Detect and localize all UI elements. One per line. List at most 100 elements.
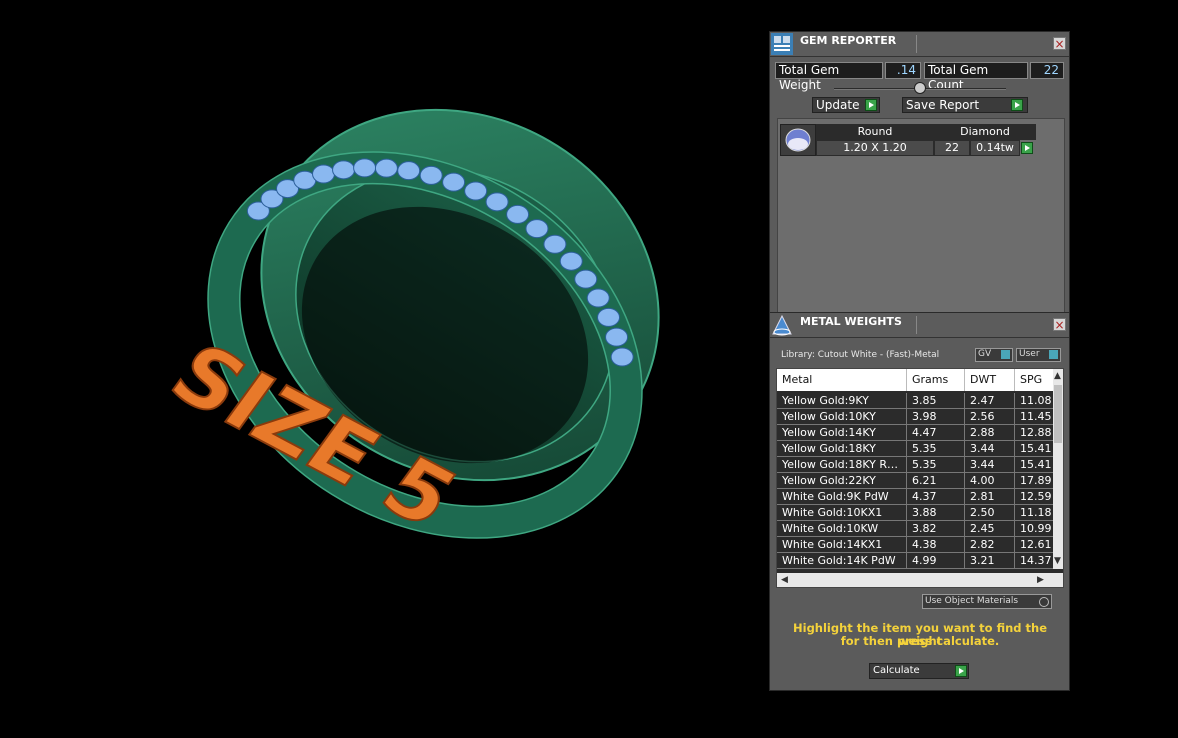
gv-toggle[interactable]: GV [975, 348, 1013, 362]
gem-type: Diamond [934, 124, 1036, 140]
close-icon[interactable]: × [1053, 37, 1066, 50]
close-icon[interactable]: × [1053, 318, 1066, 331]
table-row[interactable]: Yellow Gold:10KY 3.98 2.56 11.45 [777, 409, 1055, 425]
cell-dwt: 3.44 [965, 441, 1015, 457]
table-row[interactable]: White Gold:9K PdW 4.37 2.81 12.59 [777, 489, 1055, 505]
3d-viewport[interactable]: SIZE 5 [0, 0, 768, 735]
table-row[interactable]: White Gold:14KX1 4.38 2.82 12.61 [777, 537, 1055, 553]
col-spg[interactable]: SPG [1015, 369, 1055, 391]
gem-list: Round Diamond 1.20 X 1.20 22 0.14tw [777, 118, 1065, 314]
cell-spg: 12.59 [1015, 489, 1055, 505]
use-object-materials-toggle[interactable]: Use Object Materials [922, 594, 1052, 609]
table-row[interactable]: White Gold:14K PdW 4.99 3.21 14.37 [777, 553, 1055, 569]
cell-dwt: 2.47 [965, 393, 1015, 409]
cell-grams: 5.35 [907, 457, 965, 473]
table-row[interactable]: White Gold:10KW 3.82 2.45 10.99 [777, 521, 1055, 537]
calculate-button[interactable]: Calculate [869, 663, 969, 679]
hint-line-2: for then press calculate. [840, 634, 1000, 648]
gem-reporter-title: GEM REPORTER [800, 34, 897, 47]
cell-spg: 12.88 [1015, 425, 1055, 441]
gem-mark [574, 269, 598, 289]
metal-weights-panel: METAL WEIGHTS × Library: Cutout White - … [769, 312, 1070, 691]
table-row[interactable]: Yellow Gold:9KY 3.85 2.47 11.08 [777, 393, 1055, 409]
user-toggle[interactable]: User [1016, 348, 1061, 362]
total-gem-weight-value: .14 [885, 62, 921, 79]
gem-mark [610, 347, 634, 367]
save-report-label: Save Report [906, 98, 980, 112]
total-gem-count-value: 22 [1030, 62, 1064, 79]
table-row[interactable]: Yellow Gold:22KY 6.21 4.00 17.89 [777, 473, 1055, 489]
update-label: Update [816, 98, 860, 112]
col-metal[interactable]: Metal [777, 369, 907, 391]
metal-weights-icon [771, 314, 793, 336]
cell-metal: White Gold:10KW [777, 521, 907, 537]
cell-grams: 3.88 [907, 505, 965, 521]
scroll-up-icon[interactable]: ▲ [1054, 371, 1061, 381]
cell-dwt: 3.21 [965, 553, 1015, 569]
metal-table[interactable]: Metal Grams DWT SPG Yellow Gold:9KY 3.85 2… [776, 368, 1064, 588]
table-row[interactable]: Yellow Gold:18KY 5.35 3.44 15.41 [777, 441, 1055, 457]
cell-metal: Yellow Gold:18KY [777, 441, 907, 457]
cell-grams: 3.82 [907, 521, 965, 537]
gem-mark [559, 251, 583, 271]
gem-mark [525, 219, 549, 239]
cell-metal: Yellow Gold:9KY [777, 393, 907, 409]
gem-mark [586, 288, 610, 308]
gem-go-icon[interactable] [1021, 142, 1033, 154]
cell-metal: White Gold:10KX1 [777, 505, 907, 521]
ring-render: SIZE 5 [152, 108, 660, 547]
cell-metal: Yellow Gold:18KY R… [777, 457, 907, 473]
cell-spg: 11.18 [1015, 505, 1055, 521]
gem-mark [506, 204, 530, 224]
gem-size: 1.20 X 1.20 [816, 140, 934, 156]
use-object-materials-label: Use Object Materials [925, 596, 1019, 606]
calculate-go-icon[interactable] [955, 665, 967, 677]
gem-mark [332, 160, 356, 180]
gem-reporter-titlebar[interactable]: GEM REPORTER × [770, 32, 1069, 57]
gem-mark [397, 161, 421, 181]
cell-spg: 15.41 [1015, 457, 1055, 473]
cell-dwt: 4.00 [965, 473, 1015, 489]
scroll-thumb[interactable] [1054, 385, 1062, 443]
gem-mark [543, 234, 567, 254]
cell-metal: White Gold:14K PdW [777, 553, 907, 569]
gem-mark [597, 307, 621, 327]
save-report-go-icon[interactable] [1011, 99, 1023, 111]
table-row[interactable]: Yellow Gold:14KY 4.47 2.88 12.88 [777, 425, 1055, 441]
table-row[interactable]: Yellow Gold:18KY R… 5.35 3.44 15.41 [777, 457, 1055, 473]
metal-weights-title: METAL WEIGHTS [800, 315, 902, 328]
horizontal-scrollbar[interactable]: ◀ ▶ [777, 573, 1063, 587]
gem-mark [485, 192, 509, 212]
size-slider-thumb[interactable] [914, 82, 926, 94]
gem-shape: Round [816, 124, 934, 140]
cell-spg: 14.37 [1015, 553, 1055, 569]
save-report-button[interactable]: Save Report [902, 97, 1028, 113]
metal-weights-titlebar[interactable]: METAL WEIGHTS × [770, 313, 1069, 338]
cell-dwt: 2.56 [965, 409, 1015, 425]
cell-spg: 11.45 [1015, 409, 1055, 425]
scroll-left-icon[interactable]: ◀ [781, 575, 788, 585]
cell-dwt: 2.82 [965, 537, 1015, 553]
update-go-icon[interactable] [865, 99, 877, 111]
cell-spg: 15.41 [1015, 441, 1055, 457]
gem-count: 22 [934, 140, 970, 156]
gem-mark [605, 327, 629, 347]
scroll-down-icon[interactable]: ▼ [1054, 556, 1061, 566]
cell-spg: 10.99 [1015, 521, 1055, 537]
table-row[interactable]: White Gold:10KX1 3.88 2.50 11.18 [777, 505, 1055, 521]
col-dwt[interactable]: DWT [965, 369, 1015, 391]
gem-mark [442, 172, 466, 192]
cell-dwt: 2.81 [965, 489, 1015, 505]
gem-reporter-panel: GEM REPORTER × Total Gem Weight .14 Tota… [769, 31, 1070, 314]
scroll-right-icon[interactable]: ▶ [1037, 575, 1044, 585]
radio-icon [1039, 597, 1049, 607]
col-grams[interactable]: Grams [907, 369, 965, 391]
cell-dwt: 2.45 [965, 521, 1015, 537]
vertical-scrollbar[interactable]: ▲ ▼ [1053, 369, 1063, 569]
cell-metal: Yellow Gold:14KY [777, 425, 907, 441]
title-divider [916, 35, 917, 53]
cell-grams: 3.98 [907, 409, 965, 425]
cell-spg: 17.89 [1015, 473, 1055, 489]
gem-weight: 0.14tw [970, 140, 1020, 156]
cell-grams: 4.38 [907, 537, 965, 553]
